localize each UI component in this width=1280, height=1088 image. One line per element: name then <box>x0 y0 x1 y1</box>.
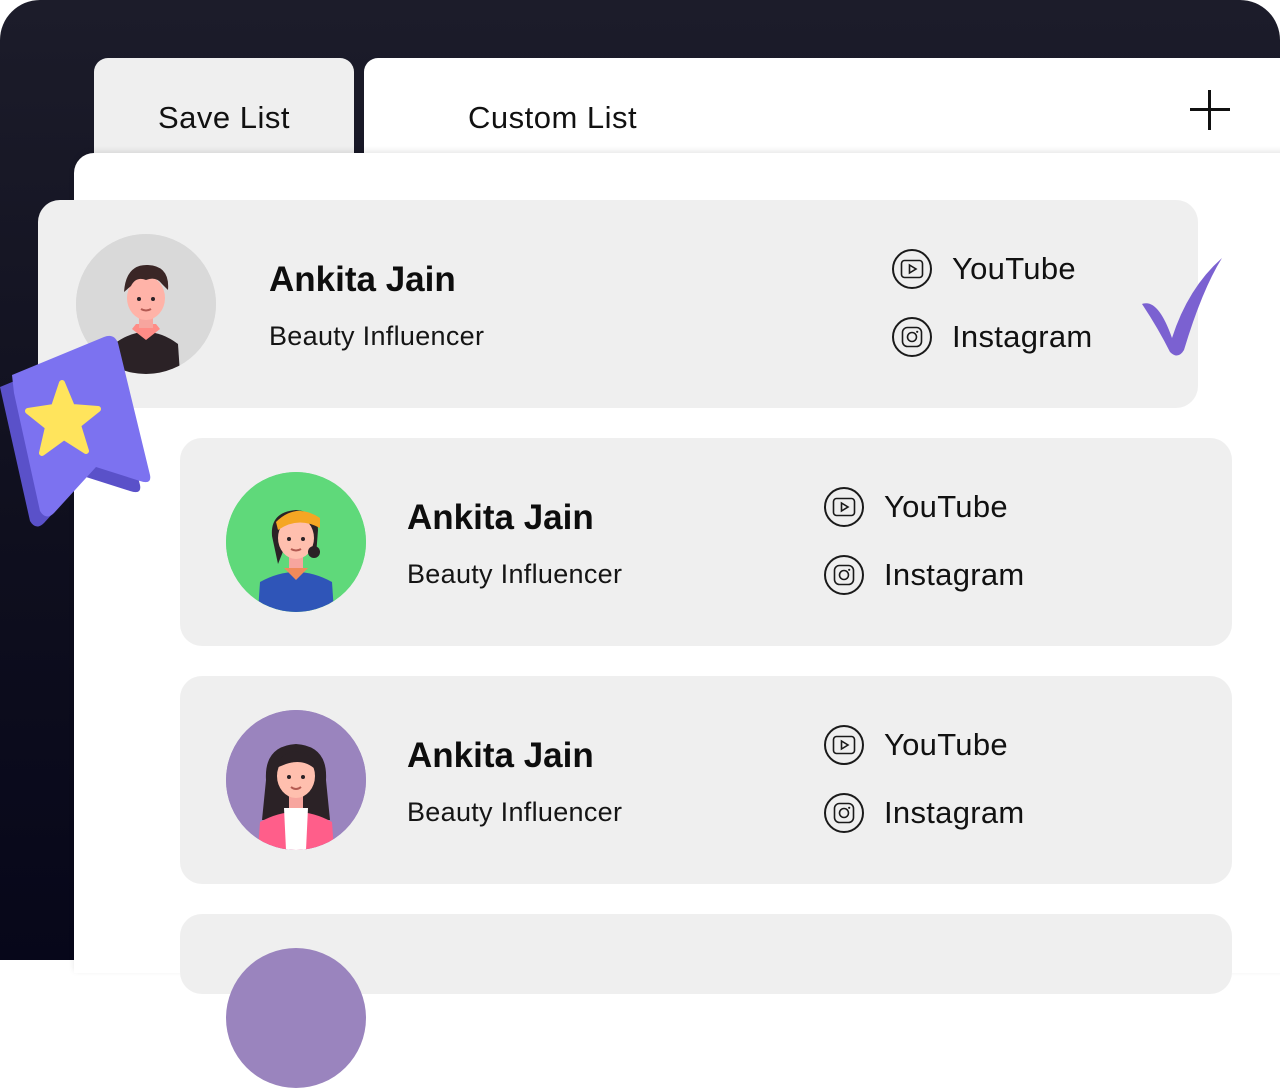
influencer-name: Ankita Jain <box>407 736 594 775</box>
influencer-name: Ankita Jain <box>269 260 456 299</box>
influencer-role: Beauty Influencer <box>269 321 485 351</box>
platform-youtube[interactable]: YouTube <box>824 725 1008 765</box>
avatar <box>226 710 366 850</box>
app-frame: Save List Custom List Ankita Jain Beauty… <box>0 0 1280 1088</box>
instagram-icon <box>824 555 864 595</box>
platform-label: Instagram <box>884 795 1025 830</box>
platform-label: Instagram <box>952 319 1093 354</box>
instagram-icon <box>892 317 932 357</box>
tab-custom-list[interactable]: Custom List <box>364 58 1280 168</box>
checkmark-icon <box>1142 258 1222 356</box>
influencer-role: Beauty Influencer <box>407 797 623 827</box>
platform-youtube[interactable]: YouTube <box>892 249 1076 289</box>
platform-instagram[interactable]: Instagram <box>824 793 1025 833</box>
star-bookmark-icon <box>0 335 151 527</box>
platform-label: YouTube <box>952 251 1076 286</box>
youtube-icon <box>892 249 932 289</box>
platform-label: YouTube <box>884 489 1008 524</box>
avatar <box>226 948 366 1088</box>
platform-label: YouTube <box>884 727 1008 762</box>
tab-save-list[interactable]: Save List <box>94 58 354 168</box>
youtube-icon <box>824 487 864 527</box>
platform-instagram[interactable]: Instagram <box>824 555 1025 595</box>
plus-icon[interactable] <box>1190 90 1230 130</box>
influencer-role: Beauty Influencer <box>407 559 623 589</box>
influencer-name: Ankita Jain <box>407 498 594 537</box>
influencer-card[interactable] <box>180 914 1232 1088</box>
influencer-card[interactable]: Ankita Jain Beauty Influencer YouTube In… <box>180 438 1232 646</box>
youtube-icon <box>824 725 864 765</box>
avatar <box>226 472 366 612</box>
instagram-icon <box>824 793 864 833</box>
platform-instagram[interactable]: Instagram <box>892 317 1093 357</box>
platform-label: Instagram <box>884 557 1025 592</box>
influencer-card[interactable]: Ankita Jain Beauty Influencer YouTube In… <box>38 200 1198 408</box>
influencer-card[interactable]: Ankita Jain Beauty Influencer YouTube In… <box>180 676 1232 884</box>
platform-youtube[interactable]: YouTube <box>824 487 1008 527</box>
